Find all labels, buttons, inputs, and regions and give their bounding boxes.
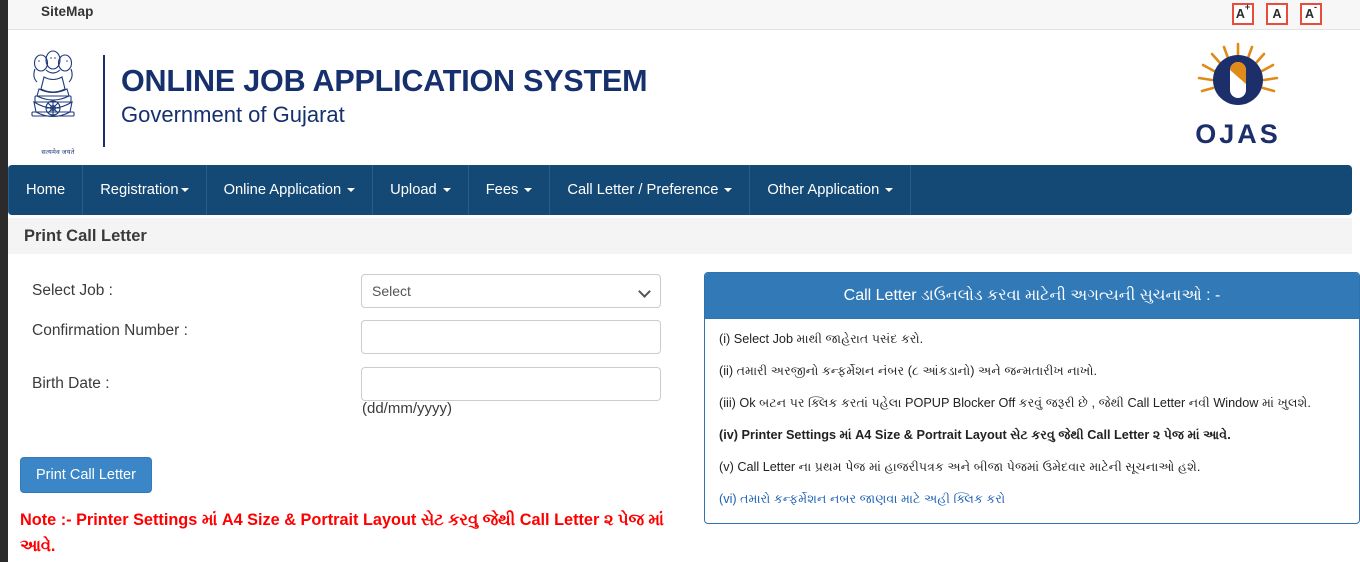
nav-item-online-application[interactable]: Online Application [207, 165, 374, 215]
chevron-down-icon [347, 188, 356, 192]
printer-settings-note: Note :- Printer Settings માં A4 Size & P… [20, 511, 664, 555]
header-divider [103, 55, 105, 147]
nav-label: Online Application [223, 182, 342, 198]
print-call-letter-button[interactable]: Print Call Letter [20, 457, 152, 493]
ojas-wordmark: OJAS [1195, 119, 1281, 149]
site-header: सत्यमेव जयते ONLINE JOB APPLICATION SYST… [8, 30, 1360, 163]
chevron-down-icon [524, 188, 533, 192]
page-left-edge [0, 0, 8, 562]
chevron-down-icon [885, 188, 894, 192]
nav-item-home[interactable]: Home [8, 165, 84, 215]
nav-label: Home [26, 182, 66, 198]
instructions-panel: Call Letter ડાઉનલોડ કરવા માટેની અગત્યની … [704, 272, 1360, 524]
font-size-controls: A+ A A- [1232, 1, 1322, 25]
nav-label: Fees [485, 182, 519, 198]
page-title-bar: Print Call Letter [8, 218, 1352, 254]
instruction-item: (ii) તમારી અરજીનો કન્ફર્મેશન નંબર (૮ આંક… [719, 364, 1098, 378]
chevron-down-icon [724, 188, 733, 192]
nav-item-registration[interactable]: Registration [83, 165, 207, 215]
confirmation-number-help-link[interactable]: (vi) તમારો કન્ફર્મેશન નબર જાણવા માટે અહી… [719, 490, 1345, 508]
brand-block: ONLINE JOB APPLICATION SYSTEM Government… [121, 62, 648, 130]
instructions-panel-header: Call Letter ડાઉનલોડ કરવા માટેની અગત્યની … [705, 273, 1359, 319]
instruction-item: (v) Call Letter ના પ્રથમ પેજ માં હાજરીપત… [719, 460, 1201, 474]
site-title: ONLINE JOB APPLICATION SYSTEM [121, 64, 648, 98]
chevron-down-icon [180, 188, 189, 192]
select-job-wrapper: Select [361, 274, 661, 308]
confirmation-number-label: Confirmation Number : [32, 322, 188, 339]
page-title: Print Call Letter [24, 226, 147, 245]
confirmation-number-input[interactable] [361, 320, 661, 354]
nav-item-upload[interactable]: Upload [373, 165, 469, 215]
page-root: SiteMap A+ A A- सत्यमेव जयते ONLINE JOB … [0, 0, 1360, 562]
instructions-list: (i) Select Job માથી જાહેરાત પસંદ કરો. (i… [705, 319, 1359, 508]
select-job-label: Select Job : [32, 282, 113, 299]
nav-label: Upload [390, 182, 437, 198]
birth-date-format-hint: (dd/mm/yyyy) [362, 400, 452, 417]
chevron-down-icon [442, 188, 451, 192]
ojas-logo: OJAS [1178, 42, 1298, 154]
nav-item-fees[interactable]: Fees [469, 165, 551, 215]
nav-item-other-application[interactable]: Other Application [750, 165, 912, 215]
top-utility-bar: SiteMap A+ A A- [8, 0, 1360, 30]
instruction-item: (iii) Ok બટન પર ક્લિક કરતાં પહેલા POPUP … [719, 396, 1311, 410]
nav-item-call-letter-preference[interactable]: Call Letter / Preference [550, 165, 751, 215]
main-content: Select Job : Select Confirmation Number … [8, 262, 1360, 562]
nav-label: Registration [100, 182, 179, 198]
main-navigation: Home Registration Online Application Upl… [8, 165, 1352, 215]
site-subtitle: Government of Gujarat [121, 102, 345, 127]
nav-label: Call Letter / Preference [567, 182, 719, 198]
birth-date-input[interactable] [361, 367, 661, 401]
minus-glyph: - [1314, 1, 1318, 12]
sitemap-link[interactable]: SiteMap [41, 4, 93, 19]
select-job-dropdown[interactable]: Select [361, 274, 661, 308]
instruction-item: (i) Select Job માથી જાહેરાત પસંદ કરો. [719, 332, 924, 346]
india-emblem-icon: सत्यमेव जयते [22, 44, 84, 156]
nav-label: Other Application [767, 182, 880, 198]
reset-font-button[interactable]: A [1266, 3, 1288, 25]
decrease-font-button[interactable]: A- [1300, 1, 1322, 25]
increase-font-button[interactable]: A+ [1232, 1, 1254, 25]
emblem-caption: सत्यमेव जयते [41, 149, 75, 156]
instruction-item: (iv) Printer Settings માં A4 Size & Port… [719, 428, 1231, 442]
birth-date-label: Birth Date : [32, 375, 110, 392]
plus-glyph: + [1244, 1, 1251, 12]
